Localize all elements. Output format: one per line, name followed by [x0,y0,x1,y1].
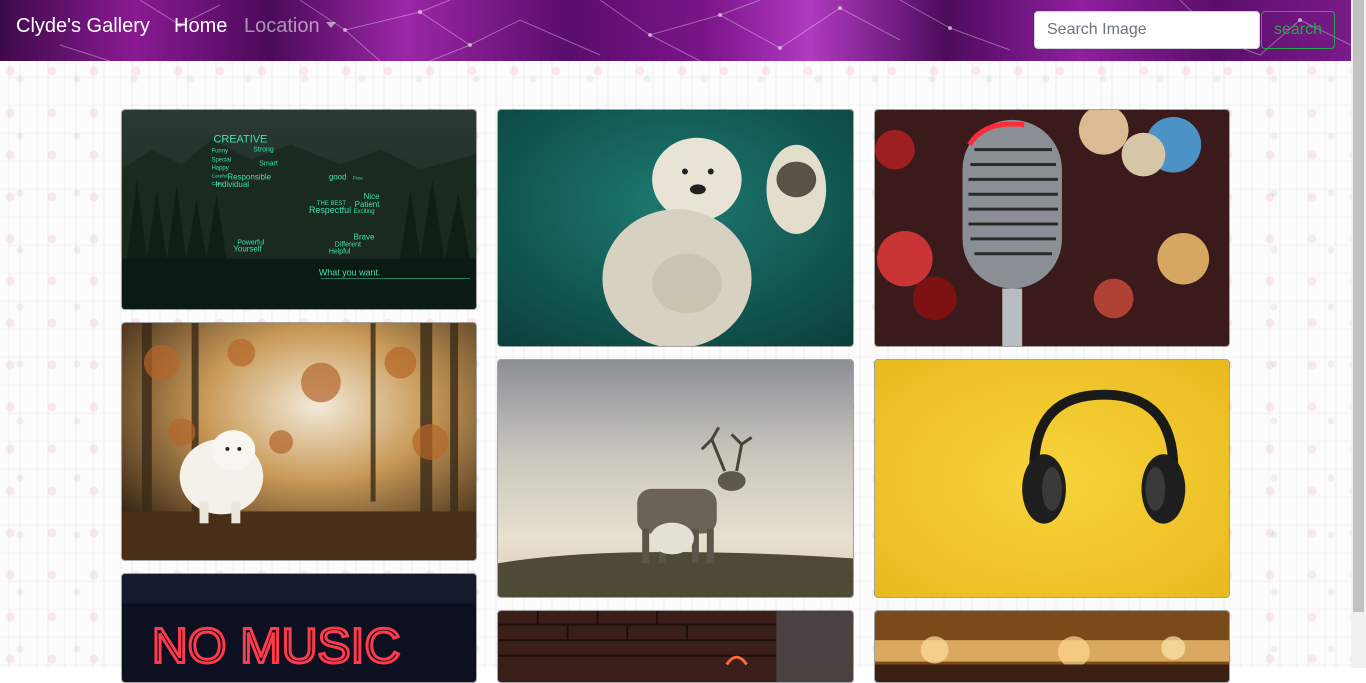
gallery-image-forest-word-cloud[interactable]: CREATIVE Strong Funny Special Happy Smar… [121,109,477,310]
caret-down-icon [325,22,336,28]
reindeer-image [498,360,853,597]
nav-location-dropdown[interactable]: Location [244,15,336,38]
search-button[interactable]: search [1261,11,1335,49]
forest-word-cloud-image: CREATIVE Strong Funny Special Happy Smar… [122,110,476,309]
word-cloud-text: Yourself [233,245,262,254]
word-cloud-text: Free [353,175,363,181]
gallery-image-reindeer[interactable] [497,359,854,598]
brand-link[interactable]: Clyde's Gallery [16,15,150,38]
gallery-image-bokeh[interactable] [874,610,1230,683]
gallery-image-polar-bear[interactable] [497,109,854,347]
brick-wall-image [498,611,853,682]
gallery-image-headphones[interactable] [874,359,1230,598]
word-cloud-text: Happy [211,165,228,171]
gallery-image-white-dog[interactable] [121,322,477,561]
word-cloud-text: Patient [355,200,381,209]
polar-bear-image [498,110,853,346]
word-cloud-caption: What you want. [319,267,381,277]
word-cloud-text: CREATIVE [213,134,267,146]
word-cloud-text: THE BEST [317,201,346,207]
word-cloud-text: Special [211,157,231,163]
word-cloud-text: Brave [354,233,375,242]
search-input[interactable] [1034,11,1260,49]
word-cloud-text: Individual [215,180,249,189]
gallery-image-brick-wall[interactable] [497,610,854,683]
neon-text: NO MUSIC [152,619,401,674]
neon-sign-image: NO MUSIC [122,574,476,682]
headphones-image [875,360,1229,597]
word-cloud-text: Different [335,242,361,249]
word-cloud-text: Strong [253,147,274,154]
word-cloud-text: Smart [259,160,278,167]
gallery-image-microphone[interactable] [874,109,1230,347]
word-cloud-text: Careful [211,173,227,179]
microphone-image [875,110,1229,346]
bokeh-image [875,611,1229,682]
word-cloud-text: Funny [211,149,228,155]
page-scrollbar-thumb[interactable] [1353,0,1364,612]
navbar: Clyde's Gallery Home Location search [0,0,1351,61]
nav-location-label: Location [244,15,320,37]
gallery-image-neon-sign[interactable]: NO MUSIC [121,573,477,683]
word-cloud-text: Exciting [354,209,375,215]
nav-home-link[interactable]: Home [174,15,227,38]
word-cloud-text: good [329,172,347,181]
white-dog-image [122,323,476,560]
word-cloud-text: Helpful [329,249,351,256]
